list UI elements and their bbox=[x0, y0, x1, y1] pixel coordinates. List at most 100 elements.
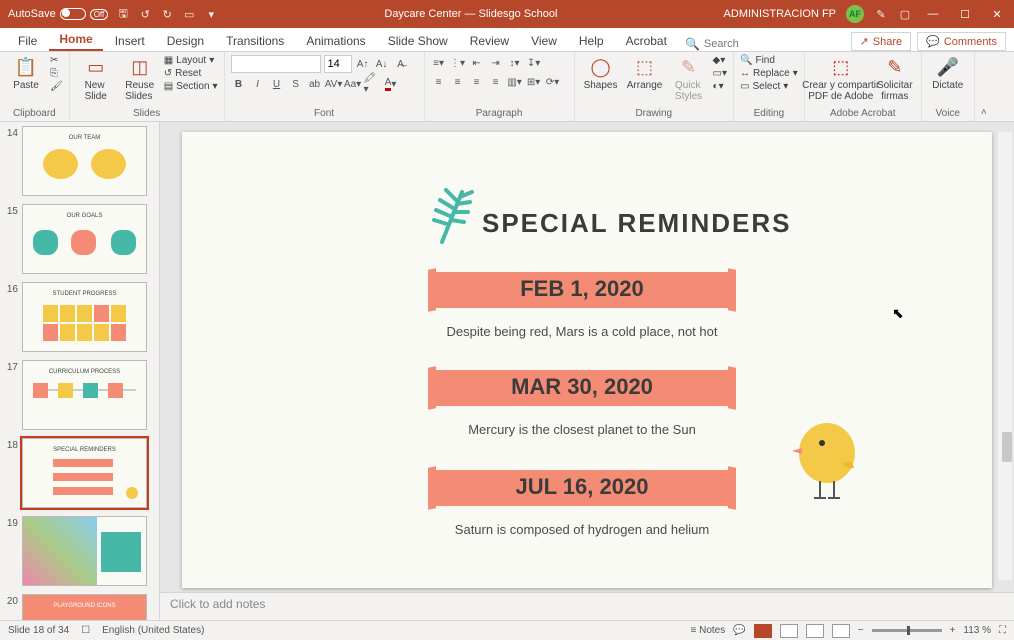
maximize-button[interactable]: ☐ bbox=[954, 8, 976, 21]
char-spacing-button[interactable]: AV▾ bbox=[326, 76, 342, 92]
minimize-button[interactable]: — bbox=[922, 8, 944, 20]
font-color-button[interactable]: A▾ bbox=[383, 76, 399, 92]
comments-status-icon[interactable]: 💬 bbox=[733, 625, 745, 636]
tell-me-search[interactable]: 🔍 bbox=[685, 37, 764, 51]
layout-button[interactable]: ▦ Layout ▾ bbox=[164, 55, 218, 66]
scroll-thumb[interactable] bbox=[1002, 432, 1012, 462]
paste-button[interactable]: 📋Paste bbox=[6, 55, 46, 91]
zoom-slider[interactable] bbox=[872, 629, 942, 632]
find-button[interactable]: 🔍 Find bbox=[740, 55, 798, 66]
share-button[interactable]: ↗Share bbox=[851, 32, 912, 51]
fit-to-window-button[interactable]: ⛶ bbox=[999, 625, 1006, 636]
tab-animations[interactable]: Animations bbox=[296, 30, 375, 51]
format-painter-button[interactable]: 🖌 bbox=[50, 81, 63, 92]
tab-file[interactable]: File bbox=[8, 30, 47, 51]
font-size-input[interactable] bbox=[324, 55, 352, 73]
highlight-button[interactable]: 🖍▾ bbox=[364, 76, 380, 92]
thumbnail-14[interactable]: OUR TEAM bbox=[22, 126, 147, 196]
underline-button[interactable]: U bbox=[269, 76, 285, 92]
sorter-view-button[interactable] bbox=[780, 624, 798, 638]
indent-dec-button[interactable]: ⇤ bbox=[469, 55, 485, 71]
collapse-ribbon-button[interactable]: ˄ bbox=[975, 52, 993, 121]
slide-title[interactable]: SPECIAL REMINDERS bbox=[482, 208, 791, 239]
change-case-button[interactable]: Aa▾ bbox=[345, 76, 361, 92]
thumbnail-17[interactable]: CURRICULUM PROCESS bbox=[22, 360, 147, 430]
zoom-level[interactable]: 113 % bbox=[963, 625, 991, 636]
slide-counter[interactable]: Slide 18 of 34 bbox=[8, 625, 69, 636]
select-button[interactable]: ▭ Select ▾ bbox=[740, 81, 798, 92]
notes-pane[interactable]: Click to add notes bbox=[160, 592, 1014, 620]
slide-18[interactable]: SPECIAL REMINDERS FEB 1, 2020 Despite be… bbox=[182, 132, 992, 588]
align-left-button[interactable]: ≡ bbox=[431, 74, 447, 90]
qat-dropdown-icon[interactable]: ▾ bbox=[204, 8, 218, 21]
save-icon[interactable]: 🖫 bbox=[116, 5, 130, 24]
adobe-share-button[interactable]: ⬚Crear y compartir PDF de Adobe bbox=[811, 55, 871, 102]
user-avatar[interactable]: AF bbox=[846, 5, 864, 23]
decrease-font-icon[interactable]: A↓ bbox=[374, 56, 390, 72]
indent-inc-button[interactable]: ⇥ bbox=[488, 55, 504, 71]
tab-help[interactable]: Help bbox=[569, 30, 614, 51]
reset-button[interactable]: ↺ Reset bbox=[164, 68, 218, 79]
thumbnail-20[interactable]: PLAYGROUND ICONS bbox=[22, 594, 147, 620]
zoom-in-button[interactable]: + bbox=[950, 625, 956, 636]
line-spacing-button[interactable]: ↕▾ bbox=[507, 55, 523, 71]
reading-view-button[interactable] bbox=[806, 624, 824, 638]
align-text-button[interactable]: ⊞▾ bbox=[526, 74, 542, 90]
strike-button[interactable]: S bbox=[288, 76, 304, 92]
shape-outline-button[interactable]: ▭▾ bbox=[713, 68, 727, 79]
tab-acrobat[interactable]: Acrobat bbox=[616, 30, 677, 51]
section-button[interactable]: ▤ Section ▾ bbox=[164, 81, 218, 92]
normal-view-button[interactable] bbox=[754, 624, 772, 638]
reuse-slides-button[interactable]: ◫Reuse Slides bbox=[120, 55, 160, 102]
align-right-button[interactable]: ≡ bbox=[469, 74, 485, 90]
bullets-button[interactable]: ≡▾ bbox=[431, 55, 447, 71]
search-input[interactable] bbox=[704, 38, 764, 50]
columns-button[interactable]: ▥▾ bbox=[507, 74, 523, 90]
tab-transitions[interactable]: Transitions bbox=[216, 30, 294, 51]
tab-insert[interactable]: Insert bbox=[105, 30, 155, 51]
tab-design[interactable]: Design bbox=[157, 30, 214, 51]
shape-effects-button[interactable]: ◐▾ bbox=[713, 81, 727, 92]
coming-soon-icon[interactable]: ✎ bbox=[874, 8, 888, 21]
desc-2[interactable]: Mercury is the closest planet to the Sun bbox=[332, 422, 832, 437]
tab-home[interactable]: Home bbox=[49, 28, 102, 51]
copy-button[interactable]: ⎘ bbox=[50, 68, 63, 79]
thumbnail-15[interactable]: OUR GOALS bbox=[22, 204, 147, 274]
shadow-button[interactable]: ab bbox=[307, 76, 323, 92]
replace-button[interactable]: ↔ Replace ▾ bbox=[740, 68, 798, 79]
shapes-button[interactable]: ◯Shapes bbox=[581, 55, 621, 91]
accessibility-icon[interactable]: ☐ bbox=[81, 625, 90, 636]
numbering-button[interactable]: ⋮▾ bbox=[450, 55, 466, 71]
shape-fill-button[interactable]: ◆▾ bbox=[713, 55, 727, 66]
text-direction-button[interactable]: ↧▾ bbox=[526, 55, 542, 71]
tab-view[interactable]: View bbox=[521, 30, 567, 51]
comments-button[interactable]: 💬Comments bbox=[917, 32, 1006, 51]
align-center-button[interactable]: ≡ bbox=[450, 74, 466, 90]
undo-icon[interactable]: ↺ bbox=[138, 8, 152, 21]
autosave-switch[interactable] bbox=[60, 8, 86, 20]
slideshow-view-button[interactable] bbox=[832, 624, 850, 638]
date-3[interactable]: JUL 16, 2020 bbox=[432, 474, 732, 500]
thumbnail-19[interactable] bbox=[22, 516, 147, 586]
desc-1[interactable]: Despite being red, Mars is a cold place,… bbox=[332, 324, 832, 339]
vertical-scrollbar[interactable] bbox=[998, 132, 1012, 580]
quick-styles-button[interactable]: ✎Quick Styles bbox=[669, 55, 709, 102]
tab-slideshow[interactable]: Slide Show bbox=[378, 30, 458, 51]
zoom-out-button[interactable]: − bbox=[858, 625, 864, 636]
ribbon-options-icon[interactable]: ▢ bbox=[898, 8, 912, 21]
start-from-beginning-icon[interactable]: ▭ bbox=[182, 8, 196, 21]
redo-icon[interactable]: ↻ bbox=[160, 8, 174, 21]
autosave-toggle[interactable]: AutoSave Off bbox=[8, 8, 108, 20]
notes-toggle[interactable]: ≡ Notes bbox=[690, 625, 725, 636]
language-status[interactable]: English (United States) bbox=[102, 625, 204, 636]
desc-3[interactable]: Saturn is composed of hydrogen and heliu… bbox=[332, 522, 832, 537]
tab-review[interactable]: Review bbox=[460, 30, 519, 51]
dictate-button[interactable]: 🎤Dictate bbox=[928, 55, 968, 91]
thumbnail-18[interactable]: SPECIAL REMINDERS bbox=[22, 438, 147, 508]
adobe-sign-button[interactable]: ✎Solicitar firmas bbox=[875, 55, 915, 102]
new-slide-button[interactable]: ▭New Slide bbox=[76, 55, 116, 102]
slide-canvas[interactable]: SPECIAL REMINDERS FEB 1, 2020 Despite be… bbox=[160, 122, 1014, 592]
close-button[interactable]: ✕ bbox=[986, 8, 1008, 21]
justify-button[interactable]: ≡ bbox=[488, 74, 504, 90]
cut-button[interactable]: ✂ bbox=[50, 55, 63, 66]
